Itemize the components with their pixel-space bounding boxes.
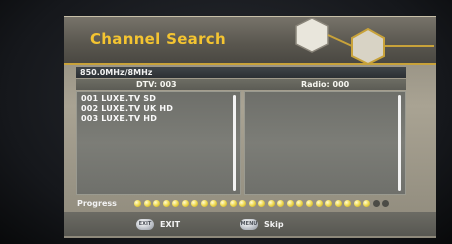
progress-dot — [200, 200, 208, 207]
tv-list-scrollbar[interactable] — [233, 95, 236, 191]
exit-key-icon: EXIT — [136, 218, 154, 230]
tv-channel-items: 001 LUXE.TV SD 002 LUXE.TV UK HD 003 LUXE.… — [81, 94, 173, 124]
frequency-readout: 850.0MHz/8MHz — [76, 67, 406, 78]
progress-dot — [191, 200, 199, 207]
progress-dot — [325, 200, 333, 207]
progress-dot — [372, 200, 380, 207]
progress-dot — [286, 200, 294, 207]
progress-label: Progress — [77, 199, 117, 208]
progress-dot — [162, 200, 170, 207]
progress-dot — [229, 200, 237, 207]
dtv-count: DTV: 003 — [136, 80, 177, 89]
channel-item[interactable]: 003 LUXE.TV HD — [81, 114, 173, 124]
skip-button[interactable]: MENU Skip — [240, 217, 284, 231]
channel-counts: DTV: 003 Radio: 000 — [76, 79, 406, 90]
progress-dot — [363, 200, 371, 207]
progress-dot — [267, 200, 275, 207]
progress-dot — [258, 200, 266, 207]
exit-label: EXIT — [160, 219, 181, 229]
channel-item[interactable]: 002 LUXE.TV UK HD — [81, 104, 173, 114]
exit-button[interactable]: EXIT EXIT — [136, 217, 180, 231]
radio-channel-list[interactable] — [244, 91, 406, 195]
progress-dot — [248, 200, 256, 207]
progress-dot — [220, 200, 227, 207]
progress-dot — [143, 200, 151, 207]
progress-dot — [210, 200, 218, 207]
hexagon-decoration-icon — [295, 18, 434, 64]
progress-bar — [133, 199, 391, 209]
progress-dot — [315, 200, 323, 207]
menu-key-icon: MENU — [240, 218, 258, 230]
skip-label: Skip — [264, 219, 284, 229]
progress-dot — [353, 200, 361, 207]
tv-channel-list[interactable]: 001 LUXE.TV SD 002 LUXE.TV UK HD 003 LUXE.… — [76, 91, 241, 195]
channel-item[interactable]: 001 LUXE.TV SD — [81, 94, 173, 104]
progress-dot — [181, 200, 189, 207]
radio-count: Radio: 000 — [301, 80, 350, 89]
progress-dot — [239, 200, 247, 207]
page-title: Channel Search — [90, 30, 226, 48]
radio-list-scrollbar[interactable] — [398, 95, 401, 191]
progress-dot — [134, 200, 141, 207]
progress-dot — [344, 200, 352, 207]
progress-dot — [277, 200, 285, 207]
progress-dot — [172, 200, 180, 207]
progress-dot — [306, 200, 313, 207]
progress-dot — [382, 200, 390, 207]
progress-dot — [153, 200, 161, 207]
progress-dot — [334, 200, 342, 207]
progress-dot — [296, 200, 304, 207]
